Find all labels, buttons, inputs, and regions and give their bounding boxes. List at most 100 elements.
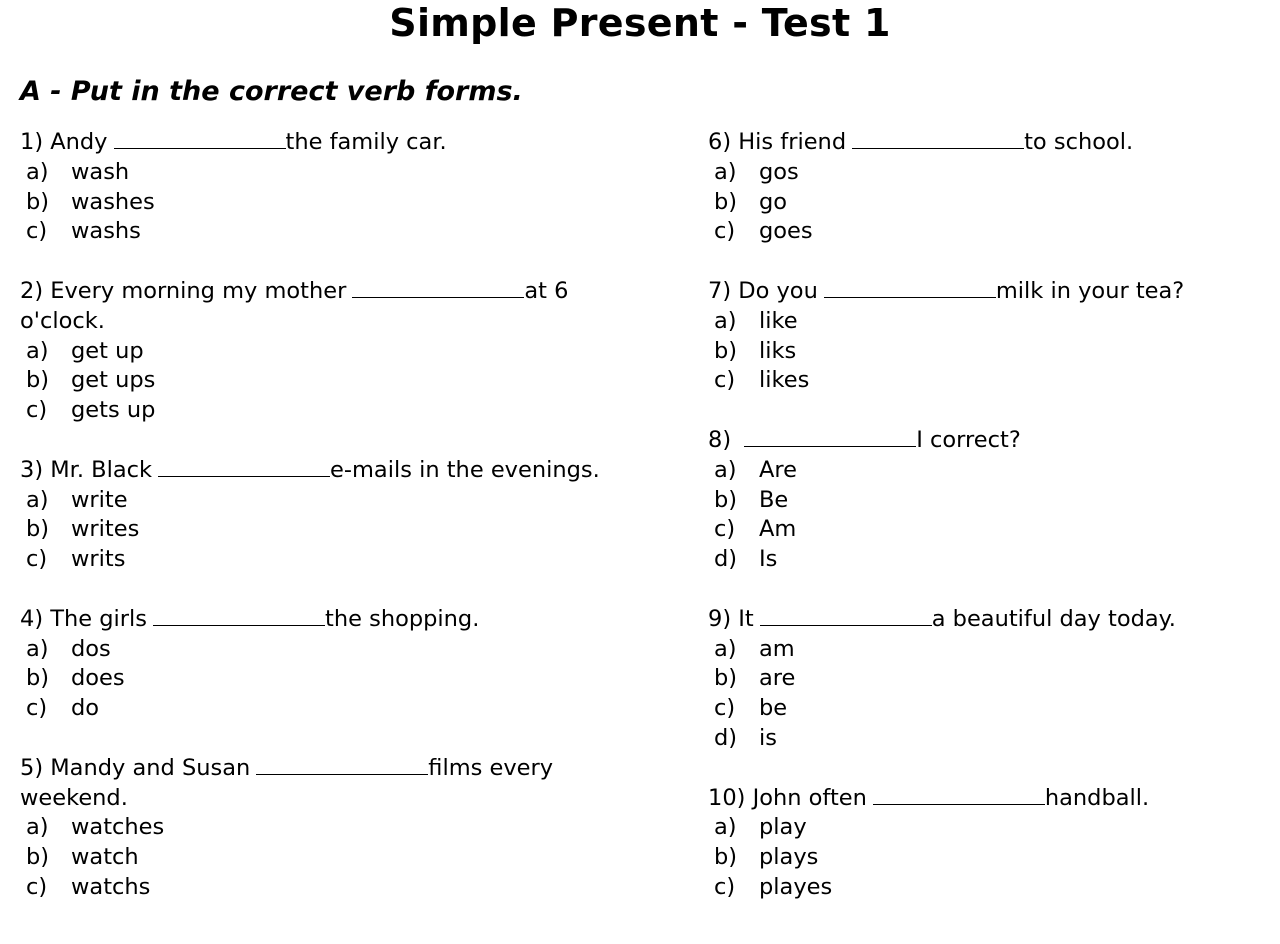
option-text: likes — [759, 367, 810, 394]
question-text-after: I correct? — [916, 426, 1021, 453]
answer-blank[interactable] — [744, 426, 917, 447]
option-text: play — [759, 814, 807, 841]
answer-option[interactable]: c) goes — [708, 217, 1268, 247]
option-text: am — [759, 635, 795, 662]
answer-option[interactable]: a) watches — [20, 813, 620, 843]
question-stem: 10) John often handball. — [708, 784, 1268, 814]
question-7: 7) Do you milk in your tea? a) like b) liks c)… — [708, 277, 1268, 396]
questions-column-right: 6) His friend to school. a) gos b) go c) goes 7)… — [708, 128, 1268, 903]
option-text: Is — [759, 546, 778, 573]
answer-option[interactable]: c) playes — [708, 873, 1268, 903]
option-letter: c) — [714, 218, 736, 245]
answer-option[interactable]: a) write — [20, 486, 620, 516]
option-letter: b) — [714, 486, 738, 513]
option-letter: a) — [26, 635, 49, 662]
answer-blank[interactable] — [352, 277, 525, 298]
question-text-before: It — [738, 605, 754, 632]
option-letter: c) — [714, 367, 736, 394]
answer-option[interactable]: c) be — [708, 694, 1268, 724]
answer-option[interactable]: b) writes — [20, 515, 620, 545]
answer-blank[interactable] — [823, 277, 996, 298]
option-letter: c) — [26, 695, 48, 722]
option-letter: b) — [26, 188, 50, 215]
option-letter: a) — [26, 814, 49, 841]
option-letter: b) — [26, 665, 50, 692]
question-4: 4) The girls the shopping. a) dos b) does c) do — [20, 605, 620, 724]
answer-option[interactable]: c) gets up — [20, 396, 620, 426]
answer-option[interactable]: b) washes — [20, 188, 620, 218]
answer-option[interactable]: a) get up — [20, 337, 620, 367]
option-letter: c) — [26, 546, 48, 573]
question-number: 7) — [708, 277, 732, 304]
option-text: go — [759, 188, 788, 215]
option-text: writs — [71, 546, 126, 573]
option-letter: d) — [714, 546, 738, 573]
answer-option[interactable]: c) writs — [20, 545, 620, 575]
answer-blank[interactable] — [153, 605, 326, 626]
answer-option[interactable]: a) dos — [20, 635, 620, 665]
section-heading: A - Put in the correct verb forms. — [20, 76, 523, 107]
answer-option[interactable]: d) Is — [708, 545, 1268, 575]
page-title: Simple Present - Test 1 — [389, 1, 891, 45]
answer-option[interactable]: a) gos — [708, 158, 1268, 188]
question-stem: 9) It a beautiful day today. — [708, 605, 1268, 635]
question-text-before: Mandy and Susan — [50, 754, 251, 781]
answer-option[interactable]: b) plays — [708, 843, 1268, 873]
option-text: wash — [71, 158, 130, 185]
question-text-before: Andy — [50, 129, 108, 155]
answer-option[interactable]: b) go — [708, 188, 1268, 218]
answer-option[interactable]: a) am — [708, 635, 1268, 665]
option-letter: b) — [26, 516, 50, 543]
question-stem: 8) I correct? — [708, 426, 1268, 456]
answer-option[interactable]: a) wash — [20, 158, 620, 188]
answer-option[interactable]: d) is — [708, 724, 1268, 754]
question-number: 9) — [708, 605, 732, 632]
answer-option[interactable]: a) Are — [708, 456, 1268, 486]
option-text: watch — [71, 844, 139, 871]
option-letter: c) — [26, 218, 48, 245]
option-letter: b) — [714, 844, 738, 871]
answer-option[interactable]: a) play — [708, 813, 1268, 843]
question-stem: 7) Do you milk in your tea? — [708, 277, 1268, 307]
answer-option[interactable]: a) like — [708, 307, 1268, 337]
question-stem: 3) Mr. Black e-mails in the evenings. — [20, 456, 620, 486]
option-letter: b) — [26, 844, 50, 871]
option-letter: c) — [714, 516, 736, 543]
answer-blank[interactable] — [852, 128, 1025, 149]
answer-option[interactable]: c) watchs — [20, 873, 620, 903]
question-2: 2) Every morning my mother at 6 o'clock. a… — [20, 277, 620, 426]
question-stem: 6) His friend to school. — [708, 128, 1268, 158]
option-text: gets up — [71, 397, 156, 424]
option-text: writes — [71, 516, 140, 543]
option-letter: b) — [714, 337, 738, 364]
questions-column-left: 1) Andy the family car. a) wash b) washes c) wa… — [20, 128, 620, 903]
answer-option[interactable]: b) liks — [708, 337, 1268, 367]
option-text: washs — [71, 218, 141, 245]
answer-blank[interactable] — [872, 784, 1045, 805]
answer-option[interactable]: b) are — [708, 664, 1268, 694]
answer-blank[interactable] — [113, 128, 286, 149]
answer-option[interactable]: c) washs — [20, 217, 620, 247]
option-letter: a) — [26, 486, 49, 513]
answer-option[interactable]: b) watch — [20, 843, 620, 873]
question-text-after: to school. — [1024, 129, 1134, 155]
answer-option[interactable]: c) Am — [708, 515, 1268, 545]
option-text: do — [71, 695, 100, 722]
answer-option[interactable]: b) does — [20, 664, 620, 694]
question-text-after: handball. — [1044, 784, 1150, 811]
answer-option[interactable]: c) do — [20, 694, 620, 724]
option-letter: c) — [714, 695, 736, 722]
answer-option[interactable]: b) Be — [708, 486, 1268, 516]
answer-option[interactable]: b) get ups — [20, 366, 620, 396]
answer-blank[interactable] — [256, 754, 429, 775]
answer-blank[interactable] — [759, 605, 932, 626]
option-letter: d) — [714, 724, 738, 751]
question-10: 10) John often handball. a) play b) plays c) pl… — [708, 784, 1268, 903]
answer-option[interactable]: c) likes — [708, 366, 1268, 396]
question-number: 5) — [20, 754, 44, 781]
answer-blank[interactable] — [158, 456, 331, 477]
